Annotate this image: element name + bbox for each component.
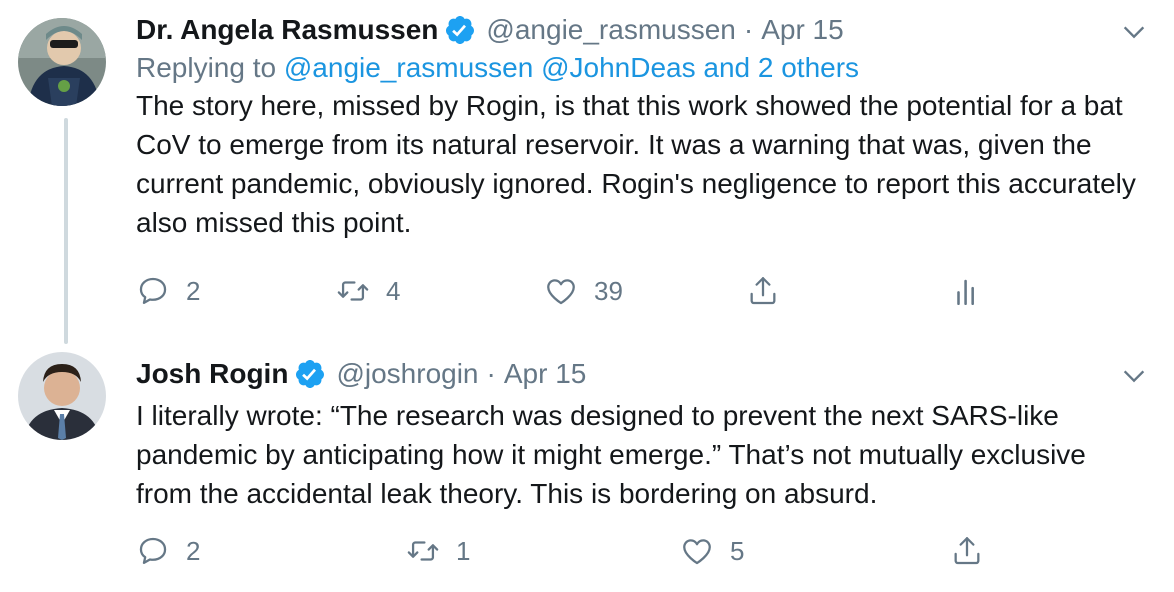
share-icon	[750, 277, 776, 305]
share-button[interactable]	[950, 534, 984, 568]
retweet-count: 4	[386, 275, 401, 306]
avatar-josh-rogin[interactable]	[18, 352, 106, 440]
tweet-header: Josh Rogin @joshrogin · Apr 15	[136, 354, 1174, 394]
replying-to-line: Replying to @angie_rasmussen @JohnDeas a…	[136, 52, 1174, 84]
like-count: 39	[594, 275, 623, 306]
analytics-button[interactable]	[950, 274, 984, 308]
reply-icon	[139, 277, 167, 305]
reply-mentions-link[interactable]: @angie_rasmussen @JohnDeas and 2 others	[284, 52, 859, 83]
author-handle[interactable]: @joshrogin	[336, 358, 478, 390]
analytics-icon	[957, 279, 974, 306]
separator-dot: ·	[743, 14, 754, 45]
tweet-actions: 2 1 5	[136, 534, 1136, 574]
like-button[interactable]: 39	[544, 274, 623, 308]
reply-button[interactable]: 2	[136, 534, 200, 568]
verified-badge-icon	[444, 14, 476, 46]
avatar-photo	[18, 352, 106, 440]
thread-connector-line	[64, 118, 68, 344]
author-name[interactable]: Josh Rogin	[136, 358, 288, 390]
reply-count: 2	[186, 275, 201, 306]
reply-count: 2	[186, 535, 201, 566]
author-name[interactable]: Dr. Angela Rasmussen	[136, 14, 438, 46]
share-button[interactable]	[746, 274, 780, 308]
avatar-photo	[18, 18, 106, 106]
tweet-text: The story here, missed by Rogin, is that…	[136, 90, 1136, 238]
retweet-button[interactable]: 4	[336, 274, 400, 308]
tweet-actions: 2 4 39	[136, 274, 1136, 314]
reply-icon	[139, 537, 167, 565]
tweet-text: I literally wrote: “The research was des…	[136, 400, 1086, 509]
tweet-date[interactable]: Apr 15	[761, 14, 844, 46]
caret-down-icon[interactable]	[1120, 362, 1148, 390]
like-icon	[547, 279, 575, 305]
separator-dot: ·	[486, 358, 496, 389]
tweet-header: Dr. Angela Rasmussen @angie_rasmussen · …	[136, 10, 1174, 50]
replying-to-label: Replying to	[136, 52, 277, 83]
like-button[interactable]: 5	[680, 534, 744, 568]
author-handle[interactable]: @angie_rasmussen	[486, 14, 735, 46]
reply-button[interactable]: 2	[136, 274, 200, 308]
retweet-count: 1	[456, 535, 471, 566]
retweet-icon	[337, 281, 369, 301]
tweet-date[interactable]: Apr 15	[504, 358, 587, 390]
retweet-icon	[407, 541, 439, 561]
share-icon	[954, 537, 980, 565]
like-count: 5	[730, 535, 745, 566]
caret-down-icon[interactable]	[1120, 18, 1148, 46]
like-icon	[683, 539, 711, 565]
tweet-rogin[interactable]: Josh Rogin @joshrogin · Apr 15 I literal…	[136, 354, 1174, 566]
retweet-button[interactable]: 1	[406, 534, 470, 568]
verified-badge-icon	[294, 358, 326, 390]
avatar-angela-rasmussen[interactable]	[18, 18, 106, 106]
tweet-rasmussen[interactable]: Dr. Angela Rasmussen @angie_rasmussen · …	[136, 10, 1174, 306]
